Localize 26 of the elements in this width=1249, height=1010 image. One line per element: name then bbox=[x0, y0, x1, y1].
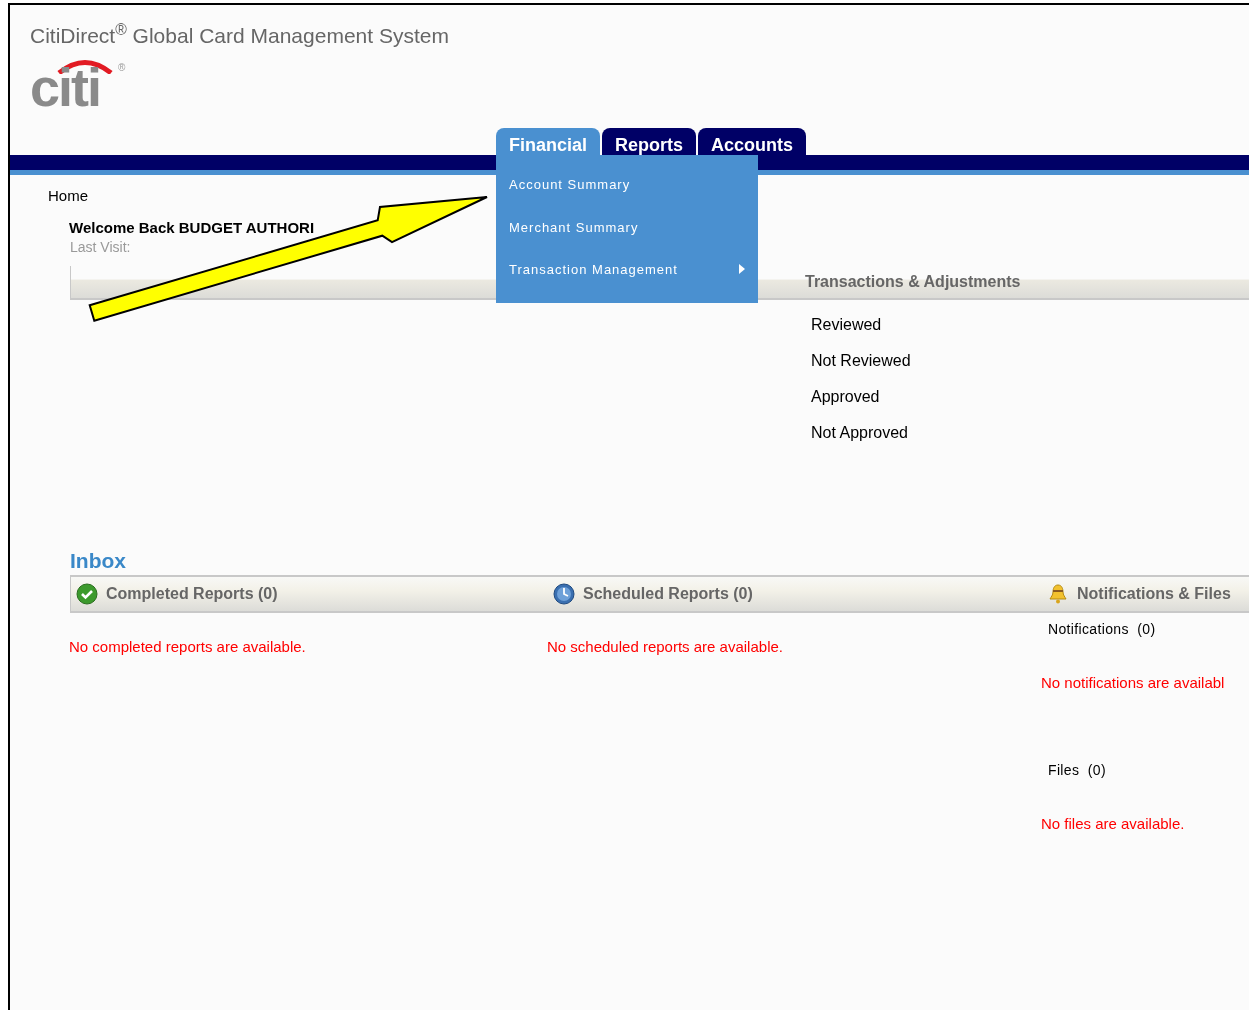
section-title: Notifications & Files bbox=[1077, 583, 1231, 604]
logo: citi ® bbox=[30, 58, 127, 110]
empty-message: No completed reports are available. bbox=[69, 636, 306, 657]
section-title: Transactions & Adjustments bbox=[805, 272, 1021, 293]
inbox-title: Inbox bbox=[70, 548, 126, 575]
welcome-text: Welcome Back BUDGET AUTHORI bbox=[69, 218, 315, 238]
bell-icon bbox=[1047, 582, 1069, 605]
empty-message: No notifications are availabl bbox=[1041, 672, 1225, 693]
section-title: Scheduled Reports (0) bbox=[583, 583, 753, 604]
clock-icon bbox=[553, 582, 575, 605]
status-link[interactable]: Not Reviewed bbox=[811, 350, 911, 373]
status-link[interactable]: Reviewed bbox=[811, 314, 882, 337]
menu-tab[interactable]: Reports bbox=[602, 128, 697, 155]
section-title: Completed Reports (0) bbox=[106, 583, 278, 604]
group-label: Notifications (0) bbox=[1048, 619, 1156, 639]
status-link[interactable]: Approved bbox=[811, 386, 880, 409]
submenu-caret-icon bbox=[739, 264, 745, 275]
empty-message: No scheduled reports are available. bbox=[547, 636, 783, 657]
empty-message: No files are available. bbox=[1041, 814, 1185, 834]
menu-tab[interactable]: Accounts bbox=[698, 128, 807, 155]
app-title: CitiDirect$^{®}$ Global Card Management System bbox=[30, 25, 449, 46]
breadcrumb-link[interactable]: Home bbox=[48, 185, 88, 208]
status-link[interactable]: Not Approved bbox=[811, 422, 908, 445]
group-label: Files (0) bbox=[1048, 761, 1106, 780]
checkmark-icon bbox=[76, 582, 98, 605]
last-visit-label: Last Visit: bbox=[70, 238, 131, 258]
